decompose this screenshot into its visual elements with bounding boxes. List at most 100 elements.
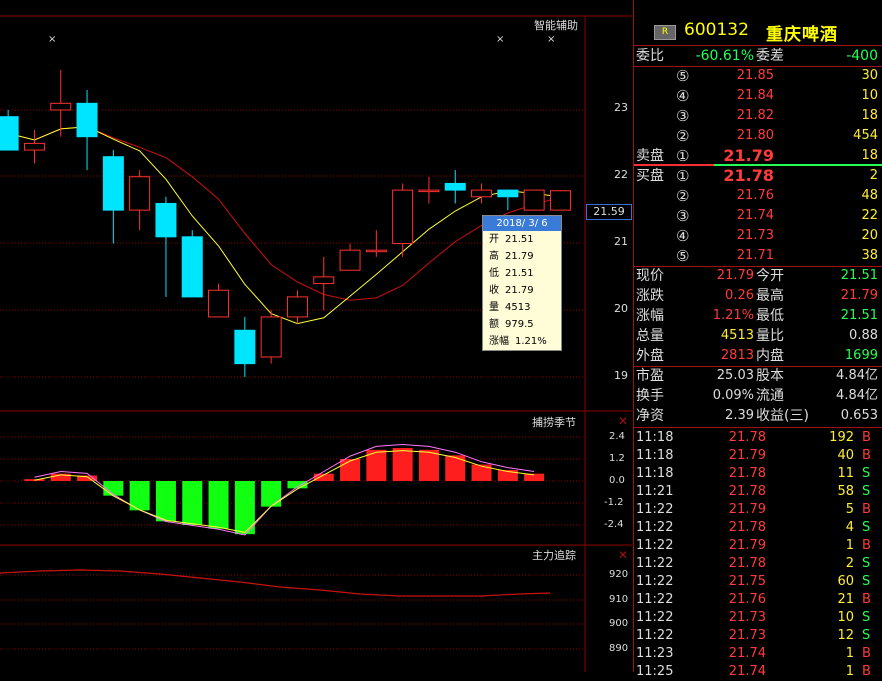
- tooltip-row: 收 21.79: [489, 285, 534, 296]
- ind2-axis-label: 900: [609, 618, 629, 629]
- ask-volume: 30: [861, 68, 878, 83]
- candle[interactable]: [260, 310, 282, 364]
- tooltip-row: 低 21.51: [489, 268, 534, 279]
- ask-row[interactable]: ② 21.80 454: [634, 126, 882, 146]
- trade-tick-row: 11:22 21.76 21 B: [636, 592, 871, 607]
- candle-tooltip: 2018/ 3/ 6 开 21.51 高 21.79 低 21.51 收 21.79 量…: [482, 215, 562, 351]
- ma-fast-line: [8, 126, 561, 325]
- trade-tick-row: 11:22 21.78 4 S: [636, 520, 871, 535]
- bid-row[interactable]: ④ 21.73 20: [634, 226, 882, 246]
- candle[interactable]: [23, 130, 45, 164]
- ask-price: 21.85: [736, 68, 774, 83]
- ind2-axis-label: 910: [609, 594, 629, 605]
- ask-row[interactable]: ④ 21.84 10: [634, 86, 882, 106]
- bid-row[interactable]: ② 21.76 48: [634, 186, 882, 206]
- indicator2-title: 主力追踪: [532, 549, 576, 562]
- indicator1-bar: [445, 455, 466, 481]
- candle[interactable]: [76, 89, 98, 171]
- ask-volume: 18: [861, 148, 878, 163]
- price-axis-label: 22: [614, 168, 628, 181]
- ind1-axis-label: 2.4: [609, 431, 625, 442]
- price-axis-label: 20: [614, 302, 628, 315]
- level-number: ⑤: [676, 247, 690, 265]
- level-number: ②: [676, 127, 690, 145]
- indicator2-lines: [0, 569, 551, 597]
- close-icon[interactable]: ×: [48, 34, 56, 45]
- r-badge[interactable]: R: [654, 25, 676, 40]
- ask-volume: 10: [861, 88, 878, 103]
- bid-row[interactable]: ⑤ 21.71 38: [634, 246, 882, 266]
- candle[interactable]: [339, 243, 361, 271]
- ask-row[interactable]: ③ 21.82 18: [634, 106, 882, 126]
- candle[interactable]: [523, 189, 545, 211]
- bid-price: 21.78: [723, 166, 774, 185]
- bid-volume: 38: [861, 248, 878, 263]
- indicator2-line: [0, 569, 551, 597]
- level-number: ①: [676, 167, 690, 185]
- moving-averages: [8, 126, 561, 325]
- stock-name: 重庆啤酒: [766, 25, 838, 45]
- bid-price: 21.73: [736, 228, 774, 243]
- candle[interactable]: [313, 256, 335, 311]
- level-number: ③: [676, 107, 690, 125]
- ask-label: 卖盘: [636, 148, 664, 164]
- candle[interactable]: [418, 176, 440, 204]
- trade-tick-row: 11:22 21.75 60 S: [636, 574, 871, 589]
- candle[interactable]: [234, 316, 256, 377]
- stat-row: 外盘 2813 内盘 1699: [636, 348, 878, 364]
- indicator1-bar: [182, 481, 203, 525]
- candle[interactable]: [181, 230, 203, 298]
- candle[interactable]: [50, 69, 72, 137]
- fundamental-row: 净资 2.39 收益(三) 0.653: [636, 408, 878, 424]
- level-number: ③: [676, 207, 690, 225]
- close-icon[interactable]: ✕: [618, 414, 628, 428]
- candle[interactable]: [497, 189, 519, 211]
- ind1-axis-label: 1.2: [609, 453, 625, 464]
- stat-row: 涨幅 1.21% 最低 21.51: [636, 308, 878, 324]
- trade-tick-row: 11:22 21.73 10 S: [636, 610, 871, 625]
- candle[interactable]: [0, 110, 19, 151]
- quote-panel: R 600132 重庆啤酒 委比 -60.61% 委差 -400 ⑤ 21.85 3…: [633, 0, 882, 679]
- ask-volume: 18: [861, 108, 878, 123]
- close-icon[interactable]: ×: [547, 34, 555, 45]
- close-icon[interactable]: ✕: [618, 548, 628, 562]
- bid-row[interactable]: ③ 21.74 22: [634, 206, 882, 226]
- candle[interactable]: [444, 170, 466, 204]
- tooltip-row: 量 4513: [489, 302, 531, 313]
- bid-row[interactable]: 买盘 ① 21.78 2: [634, 166, 882, 186]
- ask-row[interactable]: ⑤ 21.85 30: [634, 66, 882, 86]
- stock-header: R 600132 重庆啤酒: [634, 17, 882, 45]
- indicator1-bar: [208, 481, 229, 529]
- price-axis-label: 23: [614, 101, 628, 114]
- bid-price: 21.76: [736, 188, 774, 203]
- bid-volume: 22: [861, 208, 878, 223]
- ind2-axis-label: 890: [609, 643, 629, 654]
- chart-area[interactable]: 智能辅助 × × × 23 22 21 20 19 21.59 2018/ 3/…: [0, 0, 632, 672]
- indicator1-bar: [471, 464, 492, 481]
- ask-price: 21.80: [736, 128, 774, 143]
- close-icon[interactable]: ×: [496, 34, 504, 45]
- main-chart-title: 智能辅助: [534, 19, 578, 32]
- ind1-axis-label: -1.2: [604, 497, 624, 508]
- indicator1-bar: [418, 449, 439, 481]
- candle[interactable]: [102, 150, 124, 244]
- trade-tick-row: 11:23 21.74 1 B: [636, 646, 871, 661]
- stat-row: 现价 21.79 今开 21.51: [636, 268, 878, 284]
- stat-row: 涨跌 0.26 最高 21.79: [636, 288, 878, 304]
- trade-tick-row: 11:22 21.73 12 S: [636, 628, 871, 643]
- trade-tick-row: 11:21 21.78 58 S: [636, 484, 871, 499]
- fundamental-row: 市盈 25.03 股本 4.84亿: [636, 368, 878, 384]
- candle[interactable]: [155, 196, 177, 297]
- ask-price: 21.84: [736, 88, 774, 103]
- bid-price: 21.74: [736, 208, 774, 223]
- bid-label: 买盘: [636, 168, 664, 184]
- candle[interactable]: [208, 283, 230, 318]
- candle[interactable]: [129, 170, 151, 231]
- ask-row[interactable]: 卖盘 ① 21.79 18: [634, 146, 882, 166]
- trade-tick-row: 11:18 21.79 40 B: [636, 448, 871, 463]
- weibi-row: 委比 -60.61% 委差 -400: [636, 48, 878, 64]
- indicator1-bar: [155, 481, 176, 522]
- candle[interactable]: [549, 190, 571, 211]
- trade-tick-row: 11:22 21.78 2 S: [636, 556, 871, 571]
- candle[interactable]: [286, 290, 308, 324]
